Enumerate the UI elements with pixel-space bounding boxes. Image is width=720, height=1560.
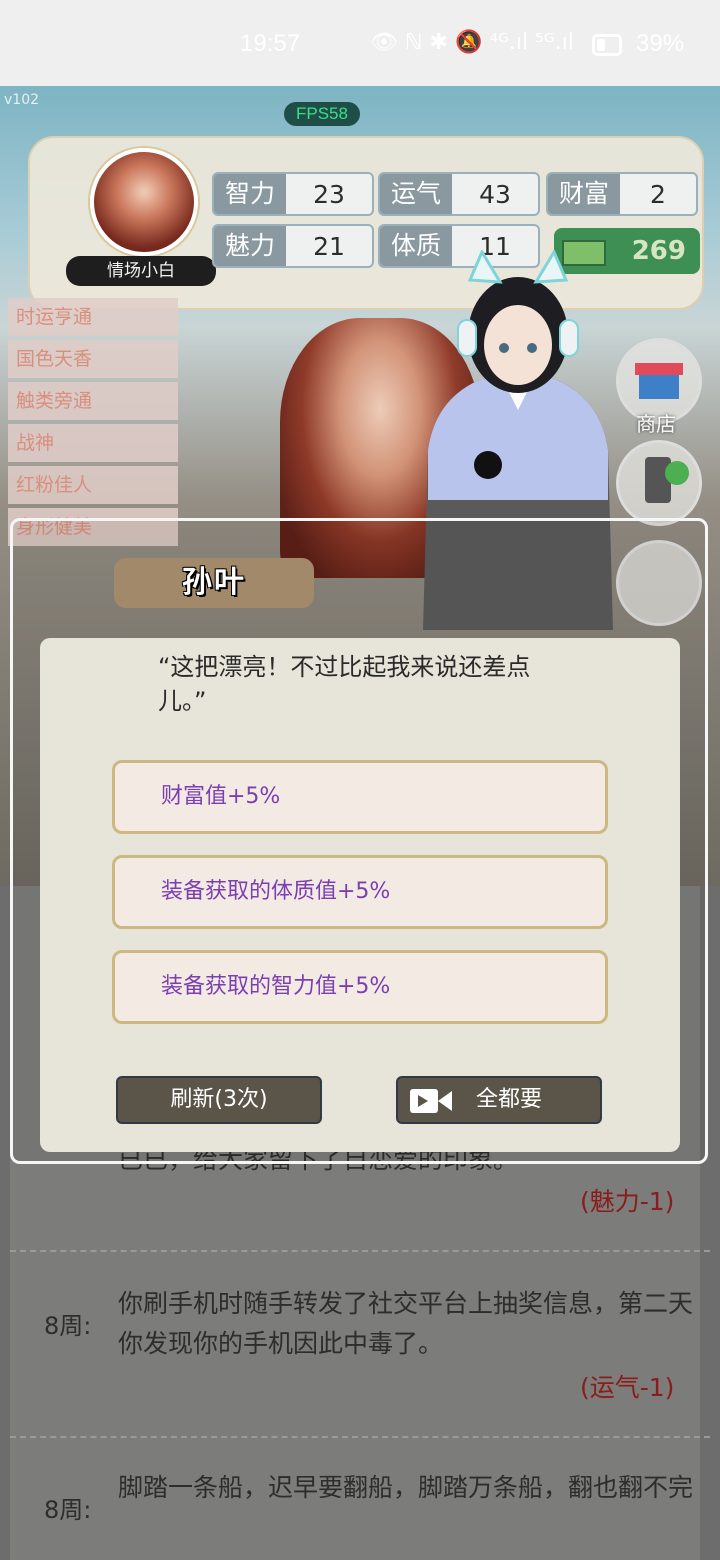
shop-label: 商店 — [636, 412, 676, 436]
stat-intelligence: 智力 23 — [212, 172, 374, 216]
title-item[interactable]: 时运亨通 — [8, 298, 178, 336]
dialog-quote: “这把漂亮！不过比起我来说还差点儿。” — [158, 653, 531, 715]
stat-luck: 运气 43 — [378, 172, 540, 216]
take-all-button[interactable]: 全都要 — [396, 1076, 602, 1124]
stat-label: 智力 — [214, 174, 286, 214]
title-item[interactable]: 触类旁通 — [8, 382, 178, 420]
title-item[interactable]: 红粉佳人 — [8, 466, 178, 504]
phone-icon — [645, 457, 689, 503]
log-week: 8周: — [44, 1312, 92, 1340]
log-effect: (魅力-1) — [580, 1187, 675, 1216]
stat-value: 21 — [313, 231, 345, 261]
stat-charm: 魅力 21 — [212, 224, 374, 268]
log-effect: (运气-1) — [580, 1373, 675, 1402]
battery-percent: 39% — [636, 30, 685, 57]
log-text: 脚踏一条船，迟早要翻船，脚踏万条船，翻也翻不完 — [118, 1473, 694, 1502]
stat-label: 财富 — [548, 174, 620, 214]
stat-value: 23 — [313, 179, 345, 209]
player-name: 情场小白 — [66, 256, 216, 286]
refresh-button[interactable]: 刷新(3次) — [116, 1076, 322, 1124]
take-all-label: 全都要 — [476, 1087, 543, 1112]
title-item[interactable]: 战神 — [8, 424, 178, 462]
log-week: 8周: — [44, 1496, 92, 1524]
refresh-label: 刷新(3次) — [170, 1087, 268, 1112]
title-list: 时运亨通 国色天香 触类旁通 战神 红粉佳人 身形健美 — [8, 298, 178, 550]
log-divider — [10, 1436, 710, 1438]
title-item[interactable]: 国色天香 — [8, 340, 178, 378]
status-icons: 👁 ℕ ✱ 🔕 ⁴ᴳ.ıl ⁵ᴳ.ıl — [370, 30, 574, 55]
battery-icon — [592, 34, 622, 56]
stat-label: 运气 — [380, 174, 452, 214]
reward-option-2[interactable]: 装备获取的体质值+5% — [112, 855, 608, 929]
log-text: 你刷手机时随手转发了社交平台上抽奖信息，第二天你发现你的手机因此中毒了。 — [118, 1289, 694, 1358]
status-time: 19:57 — [240, 30, 301, 57]
speaker-name: 孙叶 — [114, 558, 314, 608]
fps-counter: FPS58 — [284, 102, 360, 126]
version-label: v102 — [4, 92, 40, 108]
stat-value: 2 — [650, 179, 666, 209]
reward-option-1[interactable]: 财富值+5% — [112, 760, 608, 834]
log-divider — [10, 1250, 710, 1252]
phone-button[interactable] — [616, 440, 702, 526]
stat-label: 魅力 — [214, 226, 286, 266]
video-ad-icon — [410, 1089, 452, 1113]
stat-value: 43 — [479, 179, 511, 209]
reward-option-3[interactable]: 装备获取的智力值+5% — [112, 950, 608, 1024]
player-avatar[interactable] — [90, 148, 198, 256]
stat-wealth: 财富 2 — [546, 172, 698, 216]
money-value: 269 — [631, 236, 686, 266]
